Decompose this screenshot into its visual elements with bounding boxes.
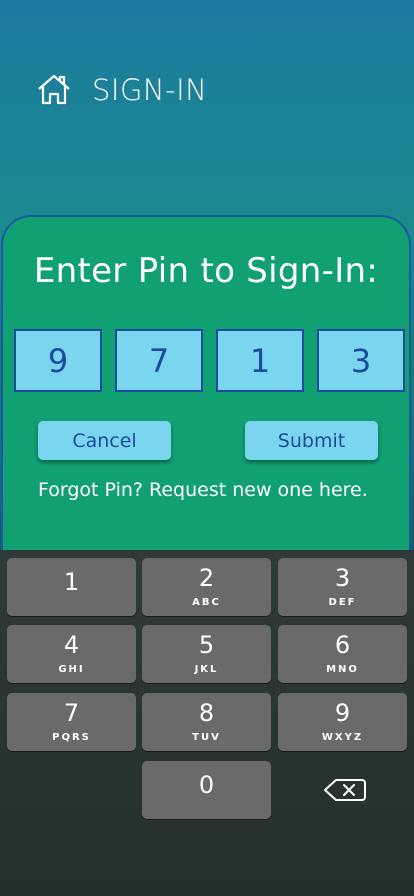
forgot-pin-link[interactable]: Forgot Pin? Request new one here. [38,479,368,501]
card-title: Enter Pin to Sign-In: [33,251,379,291]
signin-card: Enter Pin to Sign-In: 9 7 1 3 Cancel Sub… [1,215,411,555]
key-digit: 6 [334,631,351,659]
key-digit: 3 [334,564,351,592]
key-3[interactable]: 3 DEF [278,558,407,616]
key-digit: 1 [63,568,80,596]
header: SIGN-IN [36,70,207,110]
key-digit: 0 [198,771,215,799]
key-9[interactable]: 9 WXYZ [278,693,407,751]
key-6[interactable]: 6 MNO [278,625,407,683]
key-letters: DEF [328,597,357,608]
key-letters: GHI [58,664,85,675]
pin-digit-4[interactable]: 3 [317,329,405,392]
key-letters: PQRS [52,732,91,743]
key-letters: MNO [326,664,359,675]
key-letters: WXYZ [321,732,364,743]
backspace-icon[interactable] [322,777,368,803]
key-7[interactable]: 7 PQRS [7,693,136,751]
key-0[interactable]: 0 [142,761,271,819]
key-8[interactable]: 8 TUV [142,693,271,751]
key-letters: JKL [194,664,219,675]
home-icon[interactable] [36,72,72,108]
submit-button[interactable]: Submit [245,421,378,460]
pin-digit-2[interactable]: 7 [115,329,203,392]
key-digit: 4 [63,631,80,659]
pin-digit-1[interactable]: 9 [14,329,102,392]
numeric-keypad: 1 2 ABC 3 DEF 4 GHI 5 JKL 6 MNO 7 PQRS 8… [0,550,414,896]
page-title: SIGN-IN [92,73,208,107]
key-5[interactable]: 5 JKL [142,625,271,683]
key-2[interactable]: 2 ABC [142,558,271,616]
pin-digit-3[interactable]: 1 [216,329,304,392]
key-digit: 9 [334,699,351,727]
key-digit: 2 [198,564,215,592]
pin-input-row: 9 7 1 3 [14,329,405,392]
key-letters: ABC [192,597,221,608]
key-digit: 5 [198,631,215,659]
key-digit: 7 [63,699,80,727]
key-letters: TUV [192,732,221,743]
key-digit: 8 [198,699,215,727]
cancel-button[interactable]: Cancel [38,421,171,460]
key-1[interactable]: 1 [7,558,136,616]
key-4[interactable]: 4 GHI [7,625,136,683]
